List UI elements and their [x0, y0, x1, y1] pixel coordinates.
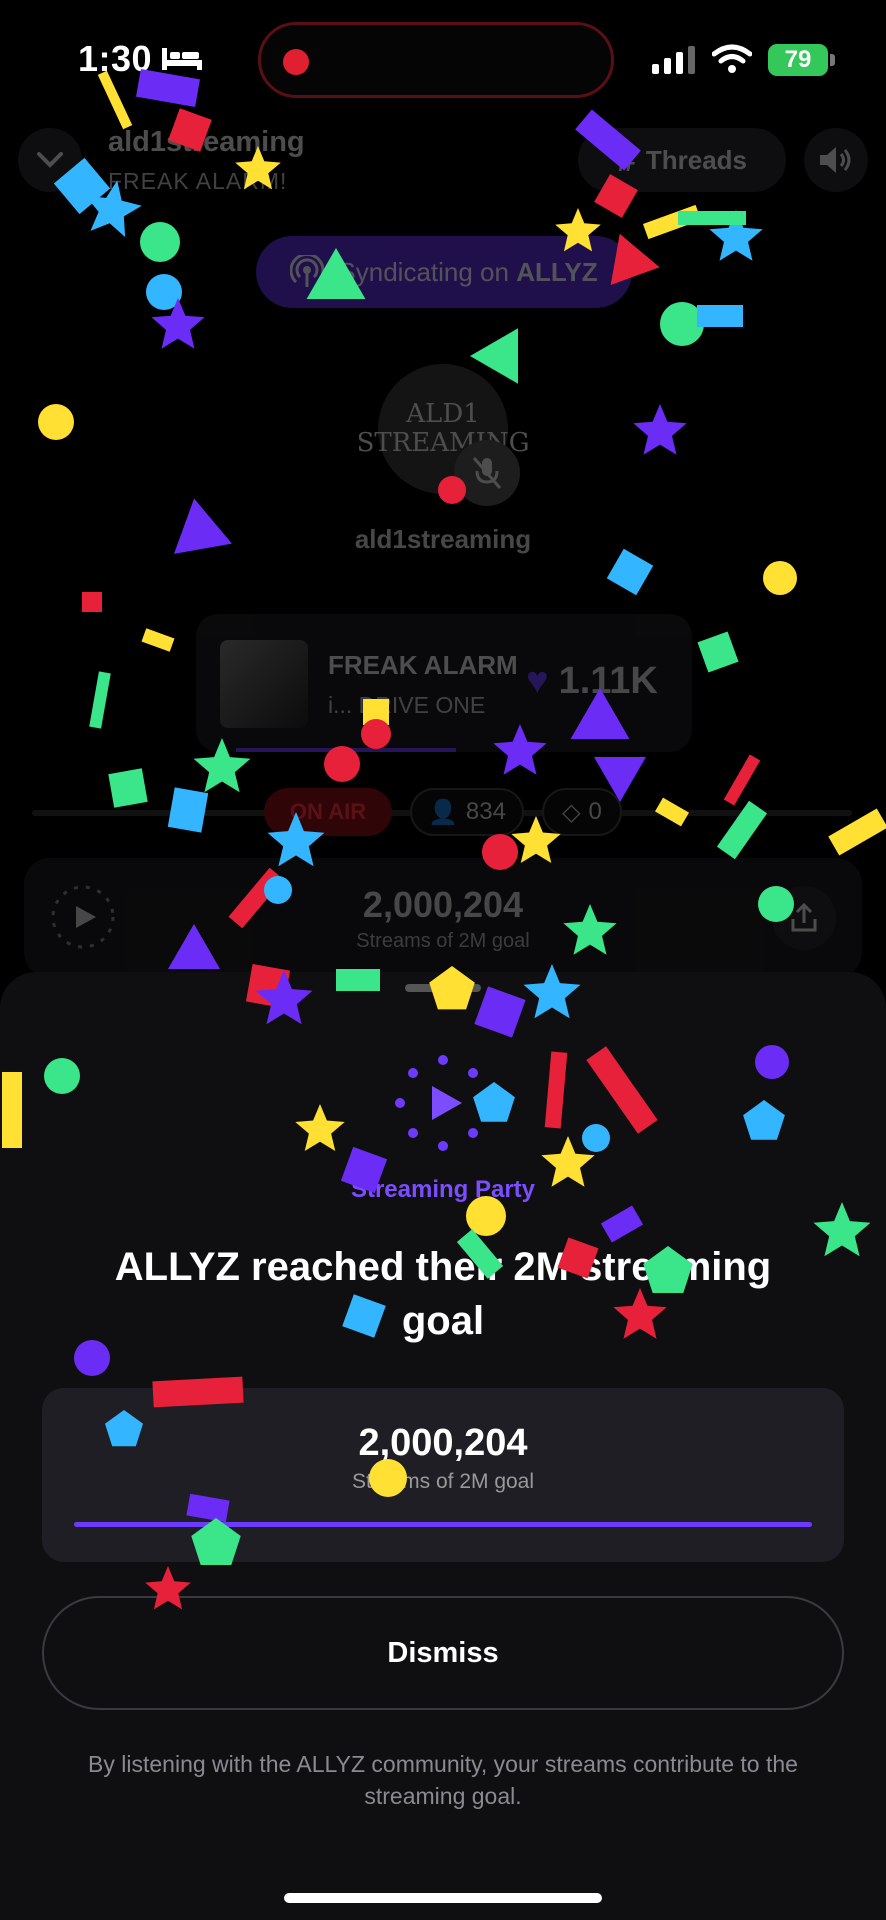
like-count[interactable]: ♥ 1.11K — [526, 660, 658, 703]
background-goal-label: Streams of 2M goal — [356, 930, 530, 952]
goal-label: Streams of 2M goal — [351, 1470, 535, 1493]
broadcast-icon — [290, 255, 325, 287]
chevron-down-icon — [37, 152, 63, 168]
diamond-icon: ◇ — [562, 798, 581, 826]
syndicating-badge[interactable]: Syndicating on ALLYZ — [256, 236, 632, 308]
track-artist: i... DRIVE ONE — [328, 692, 486, 718]
track-title: FREAK ALARM — [328, 650, 518, 680]
syndicating-text: Syndicating on ALLYZ — [338, 256, 598, 287]
goal-count: 2,000,204 — [358, 1422, 528, 1464]
now-playing-card[interactable]: FREAK ALARM i... DRIVE ONE ♥ 1.11K — [196, 614, 692, 752]
stats-row: ON AIR 👤 834 ◇ 0 — [0, 788, 886, 838]
collapse-button[interactable] — [18, 128, 82, 192]
speaker-icon — [820, 147, 851, 173]
sound-button[interactable] — [804, 128, 868, 192]
background-goal-count: 2,000,204 — [362, 884, 524, 925]
share-icon — [791, 903, 817, 932]
sheet-handle[interactable] — [405, 984, 481, 992]
goal-progress-fill — [74, 1522, 812, 1527]
footnote: By listening with the ALLYZ community, y… — [88, 1751, 798, 1809]
hashtag-icon: # — [616, 140, 636, 179]
track-progress — [236, 748, 456, 752]
threads-button[interactable]: # Threads — [578, 128, 786, 192]
on-air-badge: ON AIR — [264, 788, 392, 836]
album-art — [220, 640, 308, 728]
goal-reached-sheet: Streaming Party ALLYZ reached their 2M s… — [0, 972, 886, 1920]
goal-reached-title: ALLYZ reached their 2M streaming goal — [114, 1245, 772, 1343]
gem-count[interactable]: ◇ 0 — [542, 788, 622, 836]
show-subtitle: FREAK ALARM! — [108, 168, 288, 194]
share-button[interactable] — [772, 886, 836, 950]
show-title: ald1streaming — [108, 126, 305, 158]
dismiss-button[interactable]: Dismiss — [42, 1596, 844, 1710]
listener-count[interactable]: 👤 834 — [410, 788, 524, 836]
host-name: ald1streaming — [354, 524, 532, 554]
person-icon: 👤 — [428, 798, 458, 826]
goal-progress-bar — [74, 1522, 812, 1527]
background-goal-card[interactable]: 2,000,204 Streams of 2M goal — [24, 858, 862, 978]
goal-card: 2,000,204 Streams of 2M goal — [42, 1388, 844, 1562]
streaming-party-label: Streaming Party — [350, 1176, 536, 1203]
threads-label: Threads — [645, 144, 748, 175]
heart-icon: ♥ — [526, 660, 549, 702]
home-indicator[interactable] — [284, 1893, 602, 1903]
mic-muted-icon — [454, 440, 520, 506]
streaming-party-icon — [395, 1055, 491, 1151]
